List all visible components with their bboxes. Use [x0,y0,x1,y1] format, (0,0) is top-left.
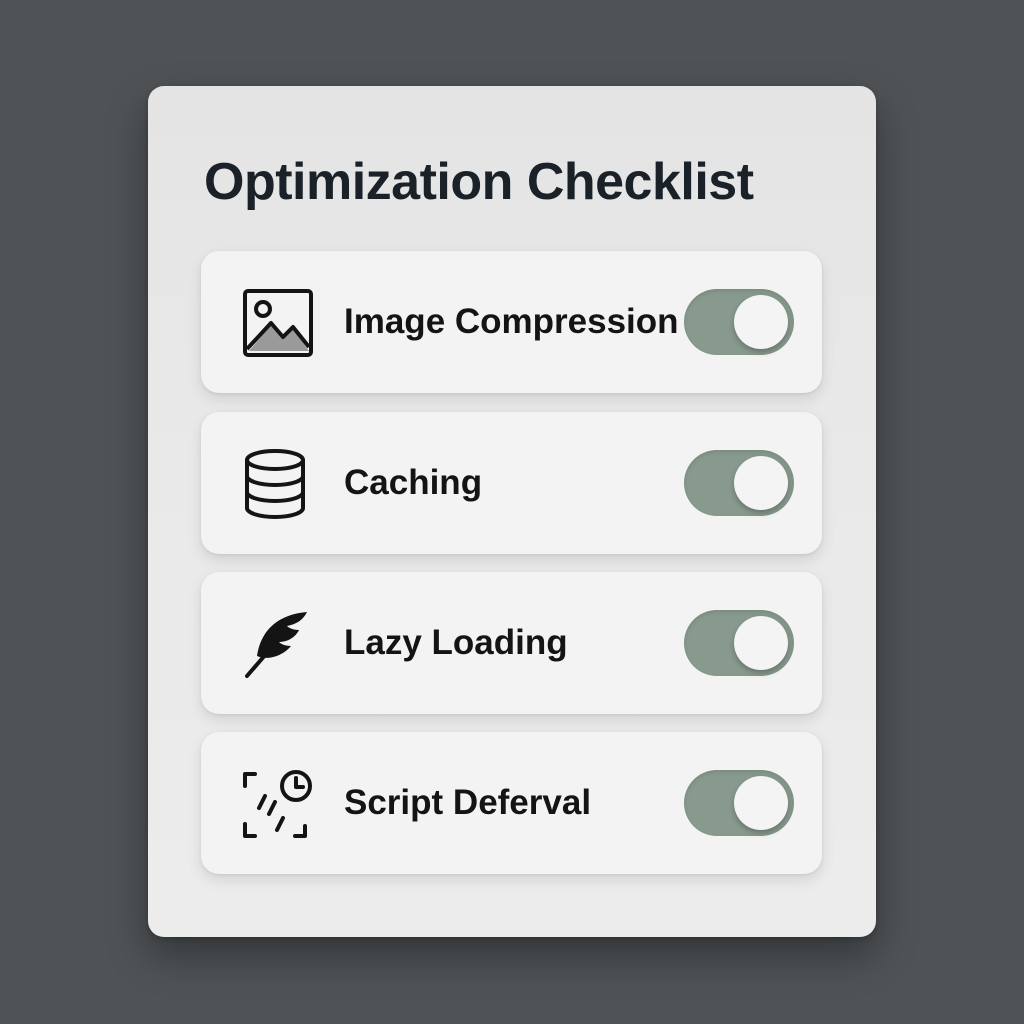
checklist-item-label: Lazy Loading [344,623,568,662]
checklist-item-label: Script Deferval [344,783,592,822]
checklist-card: Optimization Checklist Image Compression [148,86,876,937]
checklist-item-lazy-loading[interactable]: Lazy Loading [201,572,822,714]
checklist-item-label: Caching [344,463,483,502]
script-deferval-toggle[interactable] [684,770,794,836]
toggle-knob [734,456,788,510]
toggle-knob [734,616,788,670]
feather-icon [241,608,315,680]
page-title: Optimization Checklist [204,153,754,211]
checklist-item-label: Image Compression [344,302,679,341]
lazy-loading-toggle[interactable] [684,610,794,676]
checklist-item-caching[interactable]: Caching [201,412,822,554]
toggle-knob [734,776,788,830]
toggle-knob [734,295,788,349]
checklist-item-image-compression[interactable]: Image Compression [201,251,822,393]
checklist-item-script-deferval[interactable]: Script Deferval [201,732,822,874]
database-icon [241,448,315,520]
script-clock-icon [241,768,315,840]
caching-toggle[interactable] [684,450,794,516]
image-icon [241,287,315,359]
image-compression-toggle[interactable] [684,289,794,355]
